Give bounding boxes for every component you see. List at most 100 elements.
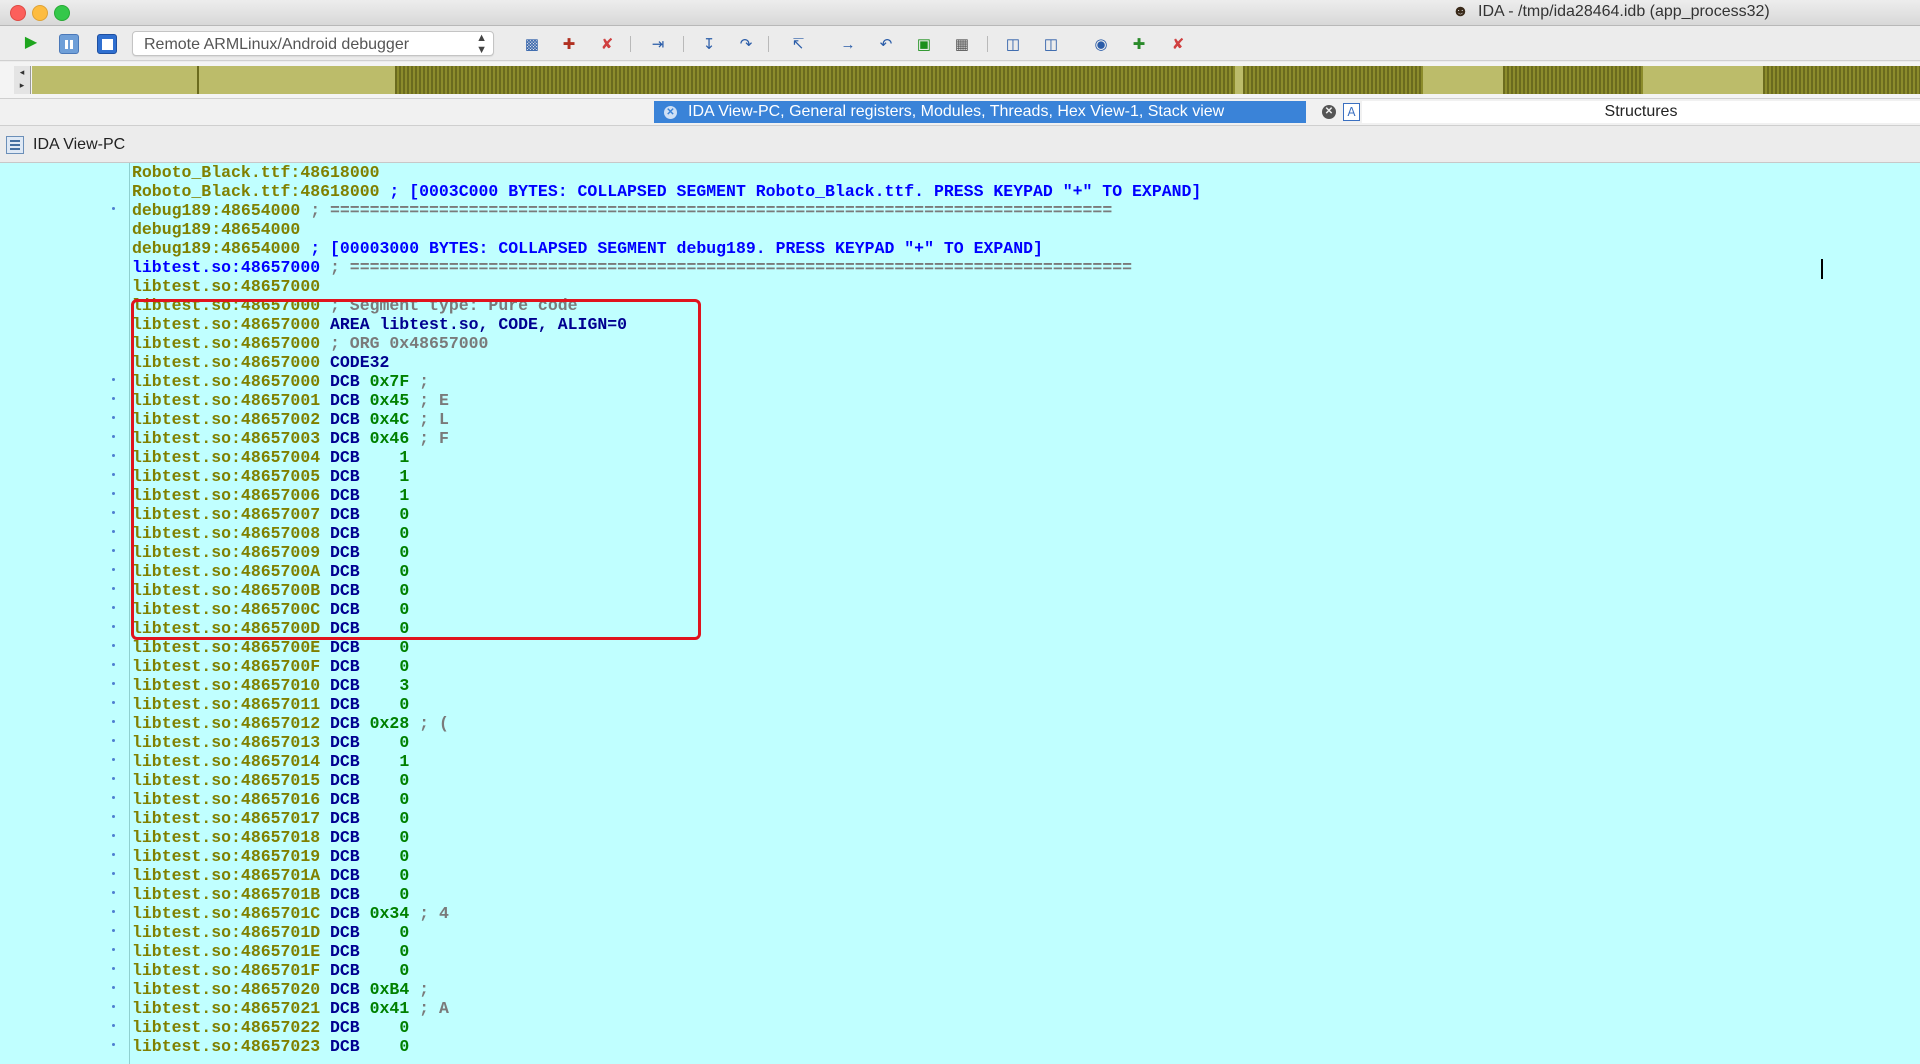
nav-band-segment	[1503, 66, 1643, 94]
line-body: DCB 0	[330, 1018, 409, 1037]
nav-band-segment	[1763, 66, 1920, 94]
line-operand: 0	[369, 695, 410, 714]
toolbar-separator	[683, 36, 684, 52]
line-address: debug189:48654000	[132, 201, 301, 220]
line-address: debug189:48654000	[132, 239, 301, 258]
window-titlebar: ☻ IDA - /tmp/ida28464.idb (app_process32…	[0, 0, 1920, 26]
flow-dot-icon	[111, 454, 116, 459]
line-operand: 0xB4	[369, 980, 410, 999]
add-watch-icon[interactable]: ✚	[1129, 34, 1149, 54]
line-instruction: DCB	[330, 695, 360, 714]
flow-dot-icon	[111, 758, 116, 763]
toolbar-separator	[768, 36, 769, 52]
gutter-divider	[129, 163, 130, 1064]
add-breakpoint-icon[interactable]: ✚	[559, 34, 579, 54]
watch-icon[interactable]: ◉	[1091, 34, 1111, 54]
delete-breakpoint-icon[interactable]: ✘	[597, 34, 617, 54]
line-body: DCB 0xB4 ;	[330, 980, 429, 999]
toolbar-separator	[987, 36, 988, 52]
line-address: Roboto_Black.ttf:48618000	[132, 163, 380, 182]
nav-band-strip[interactable]	[32, 66, 1920, 94]
detach-icon[interactable]: ▦	[952, 34, 972, 54]
line-address: libtest.so:4865700E	[132, 638, 321, 657]
tab-label: IDA View-PC, General registers, Modules,…	[688, 103, 1225, 120]
flow-dot-icon	[111, 777, 116, 782]
flow-dot-icon	[111, 967, 116, 972]
line-body: DCB 0	[330, 942, 409, 961]
line-instruction: DCB	[330, 885, 360, 904]
line-address: libtest.so:48657013	[132, 733, 321, 752]
line-address: libtest.so:48657000	[132, 258, 321, 277]
line-body: DCB 0	[330, 809, 409, 828]
line-instruction: DCB	[330, 961, 360, 980]
line-operand: 0	[369, 828, 410, 847]
attach-icon[interactable]: ▣	[914, 34, 934, 54]
flow-dot-icon	[111, 910, 116, 915]
debugger-toolbar: ▶ Remote ARMLinux/Android debugger ▲ ▼ ▩ …	[0, 26, 1920, 61]
return-icon[interactable]: ↶	[876, 34, 896, 54]
close-window-button[interactable]	[10, 5, 26, 21]
maximize-window-button[interactable]	[54, 5, 70, 21]
line-address: libtest.so:48657015	[132, 771, 321, 790]
line-body: DCB 0	[330, 828, 409, 847]
flow-dot-icon	[111, 625, 116, 630]
line-comment: ; ======================================…	[330, 258, 1133, 277]
line-instruction: DCB	[330, 714, 360, 733]
line-operand: 3	[369, 676, 410, 695]
line-operand: 0	[369, 942, 410, 961]
minimize-window-button[interactable]	[32, 5, 48, 21]
tab-ida-view-pc-group[interactable]: ✕ IDA View-PC, General registers, Module…	[654, 101, 1306, 123]
flow-dot-icon	[111, 872, 116, 877]
line-address: Roboto_Black.ttf:48618000	[132, 182, 380, 201]
jump-icon[interactable]: →	[838, 34, 858, 54]
line-instruction: DCB	[330, 790, 360, 809]
flow-dot-icon	[111, 378, 116, 383]
panel-close-icon[interactable]: ✕	[1322, 105, 1336, 119]
line-operand: 0	[369, 638, 410, 657]
line-instruction: DCB	[330, 942, 360, 961]
disassembly-listing[interactable]: Roboto_Black.ttf:48618000 Roboto_Black.tt…	[0, 163, 1920, 1064]
step-into-icon[interactable]: ↧	[699, 34, 719, 54]
line-address: libtest.so:48657000	[132, 277, 321, 296]
line-operand: 1	[369, 752, 410, 771]
step-over-icon[interactable]: ↷	[736, 34, 756, 54]
play-icon[interactable]: ▶	[20, 32, 42, 54]
line-comment: ; [00003000 BYTES: COLLAPSED SEGMENT deb…	[310, 239, 1043, 258]
nav-band-handle[interactable]: ◂ ▸	[14, 66, 31, 94]
flow-dot-icon	[111, 606, 116, 611]
tab-structures[interactable]: Structures	[1362, 101, 1920, 123]
flow-dot-icon	[111, 739, 116, 744]
line-address: libtest.so:48657016	[132, 790, 321, 809]
line-address: libtest.so:4865701A	[132, 866, 321, 885]
line-address: libtest.so:48657020	[132, 980, 321, 999]
line-operand: 0x41	[369, 999, 410, 1018]
stop-icon[interactable]	[97, 34, 117, 54]
line-address: libtest.so:4865701F	[132, 961, 321, 980]
line-instruction: DCB	[330, 771, 360, 790]
line-body: DCB 0	[330, 638, 409, 657]
line-instruction: DCB	[330, 828, 360, 847]
debugger-select[interactable]: Remote ARMLinux/Android debugger ▲ ▼	[132, 31, 494, 56]
flow-dot-icon	[111, 853, 116, 858]
flow-dot-icon	[111, 815, 116, 820]
line-instruction: DCB	[330, 1018, 360, 1037]
step-until-return-icon[interactable]: ↸	[788, 34, 808, 54]
structures-tab-icon: A	[1343, 103, 1360, 121]
tab-close-icon[interactable]: ✕	[664, 106, 677, 119]
line-operand: 0	[369, 866, 410, 885]
line-operand: 0x34	[369, 904, 410, 923]
line-operand: 0	[369, 961, 410, 980]
pause-icon[interactable]	[59, 34, 79, 54]
line-operand: 0	[369, 733, 410, 752]
run-to-cursor-icon[interactable]: ⇥	[648, 34, 668, 54]
delete-watch-icon[interactable]: ✘	[1168, 34, 1188, 54]
flow-dot-icon	[111, 682, 116, 687]
line-address: libtest.so:48657017	[132, 809, 321, 828]
nav-band-segment	[1243, 66, 1423, 94]
debugger-options-icon[interactable]: ▩	[522, 34, 542, 54]
view-title: IDA View-PC	[33, 136, 126, 153]
hex-view-icon[interactable]: ◫	[1003, 34, 1023, 54]
line-instruction: DCB	[330, 733, 360, 752]
stack-view-icon[interactable]: ◫	[1041, 34, 1061, 54]
line-comment: ;	[419, 980, 430, 999]
